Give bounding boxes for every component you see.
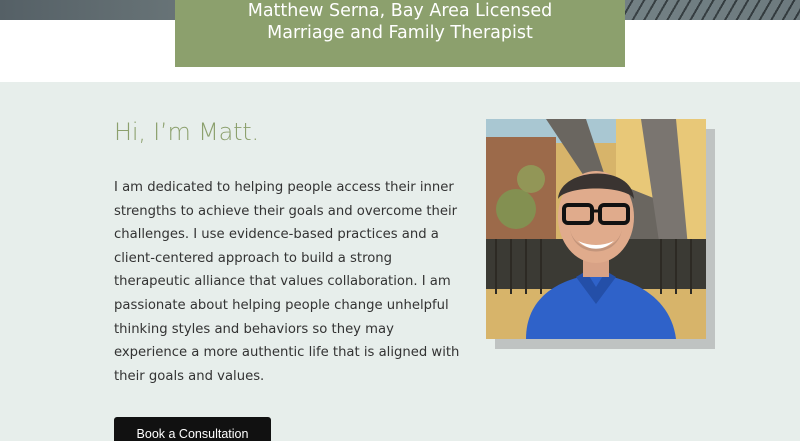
- hero-title-line-2: Marriage and Family Therapist: [267, 23, 533, 43]
- about-section: Hi, I’m Matt. I am dedicated to helping …: [0, 82, 800, 441]
- bridge-graphic: [620, 0, 800, 20]
- bio-paragraph: I am dedicated to helping people access …: [114, 180, 460, 384]
- therapist-photo: [486, 119, 706, 339]
- hero-title-line-1: Matthew Serna, Bay Area Licensed: [247, 1, 553, 21]
- book-consultation-button[interactable]: Book a Consultation: [114, 417, 271, 441]
- hero-title-box: Matthew Serna, Bay Area Licensed Marriag…: [175, 0, 625, 67]
- greeting-heading: Hi, I’m Matt.: [114, 118, 259, 146]
